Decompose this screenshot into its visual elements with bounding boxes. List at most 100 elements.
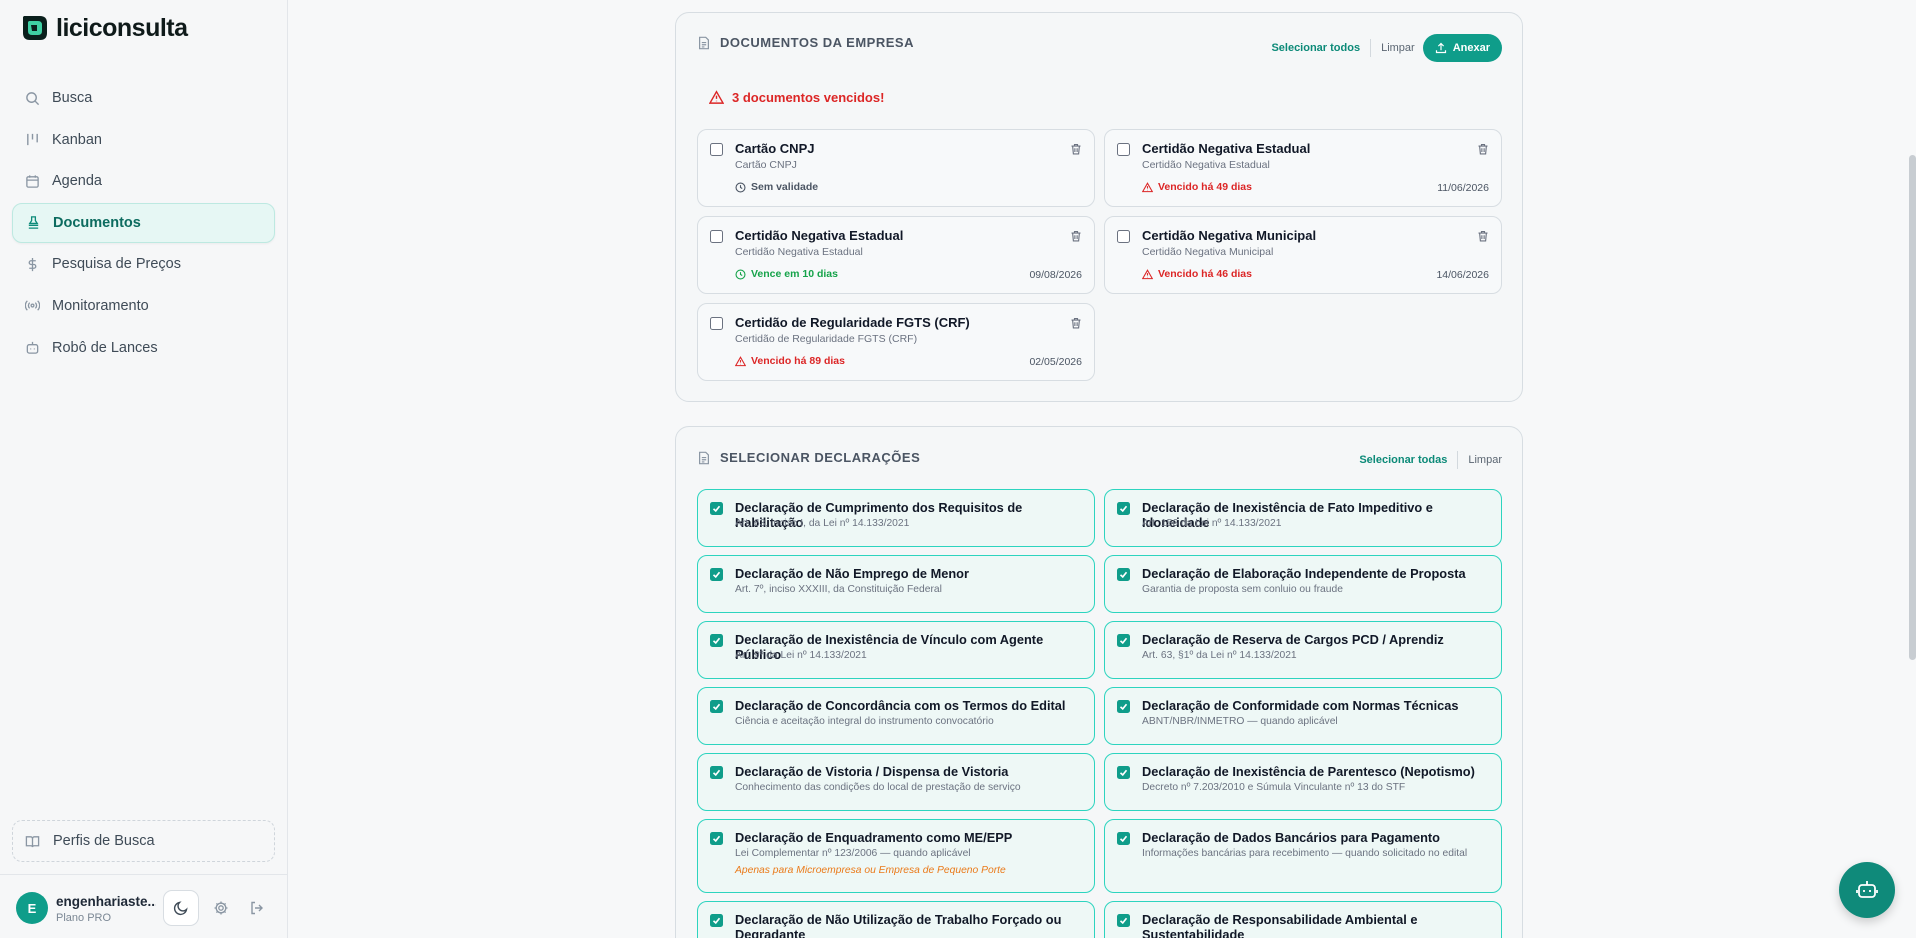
- sidebar-item-documentos[interactable]: Documentos: [12, 202, 275, 243]
- declaration-item[interactable]: Declaração de Não Emprego de Menor Art. 7…: [697, 555, 1095, 613]
- declaration-item[interactable]: Declaração de Elaboração Independente de…: [1104, 555, 1502, 613]
- sidebar-item-busca[interactable]: Busca: [12, 78, 275, 118]
- declaration-subtitle: Garantia de proposta sem conluio ou frau…: [1142, 584, 1343, 595]
- declaration-item[interactable]: Declaração de Vistoria / Dispensa de Vis…: [697, 753, 1095, 811]
- search-profiles-button[interactable]: Perfis de Busca: [12, 820, 275, 862]
- sidebar-item-robo-lances[interactable]: Robô de Lances: [12, 328, 275, 368]
- status-text: Vencido há 89 dias: [751, 355, 845, 367]
- declaration-checkbox[interactable]: [1117, 568, 1130, 581]
- declaration-subtitle: ABNT/NBR/INMETRO — quando aplicável: [1142, 716, 1338, 727]
- document-item[interactable]: Cartão CNPJ Cartão CNPJ Sem validade: [697, 129, 1095, 207]
- clear-documents-button[interactable]: Limpar: [1381, 42, 1415, 54]
- app-logo[interactable]: liciconsulta: [20, 12, 188, 44]
- declaration-checkbox[interactable]: [710, 568, 723, 581]
- delete-document-button[interactable]: [1477, 230, 1489, 242]
- sidebar-item-label: Kanban: [52, 131, 102, 148]
- declaration-item[interactable]: Declaração de Responsabilidade Ambiental…: [1104, 901, 1502, 938]
- declaration-checkbox[interactable]: [1117, 766, 1130, 779]
- search-icon: [24, 90, 40, 106]
- sidebar-item-monitoramento[interactable]: Monitoramento: [12, 286, 275, 326]
- status-text: Vencido há 49 dias: [1158, 181, 1252, 193]
- declaration-checkbox[interactable]: [710, 832, 723, 845]
- declaration-item[interactable]: Declaração de Inexistência de Vínculo co…: [697, 621, 1095, 679]
- declaration-checkbox[interactable]: [710, 634, 723, 647]
- book-icon: [25, 834, 41, 849]
- declaration-item[interactable]: Declaração de Inexistência de Parentesco…: [1104, 753, 1502, 811]
- settings-button[interactable]: [212, 899, 230, 917]
- clear-declarations-button[interactable]: Limpar: [1468, 454, 1502, 466]
- declaration-title: Declaração de Não Utilização de Trabalho…: [735, 912, 1062, 938]
- status-text: Vence em 10 dias: [751, 268, 838, 280]
- declarations-actions: Selecionar todas Limpar: [1359, 451, 1502, 469]
- document-title: Cartão CNPJ: [735, 141, 815, 156]
- attach-button[interactable]: Anexar: [1422, 34, 1502, 62]
- declaration-item[interactable]: Declaração de Conformidade com Normas Té…: [1104, 687, 1502, 745]
- delete-document-button[interactable]: [1070, 317, 1082, 329]
- declaration-subtitle: Art. 63, inciso I, da Lei nº 14.133/2021: [735, 518, 910, 529]
- document-date: 09/08/2026: [1029, 269, 1082, 281]
- document-item[interactable]: Certidão Negativa Municipal Certidão Neg…: [1104, 216, 1502, 294]
- clock-icon: [735, 268, 746, 280]
- avatar[interactable]: E: [16, 892, 48, 924]
- declarations-card: SELECIONAR DECLARAÇÕES Selecionar todas …: [675, 426, 1523, 938]
- sidebar-item-label: Busca: [52, 90, 93, 106]
- document-checkbox[interactable]: [710, 317, 723, 330]
- document-icon: [697, 451, 711, 465]
- delete-document-button[interactable]: [1070, 230, 1082, 242]
- select-all-declarations-button[interactable]: Selecionar todas: [1359, 454, 1447, 466]
- delete-document-button[interactable]: [1477, 143, 1489, 155]
- assistant-bot-button[interactable]: [1839, 862, 1895, 918]
- sidebar-item-label: Pesquisa de Preços: [52, 256, 181, 273]
- declaration-checkbox[interactable]: [1117, 634, 1130, 647]
- sidebar-item-pesquisa-precos[interactable]: Pesquisa de Preços: [12, 244, 275, 284]
- declaration-item[interactable]: Declaração de Concordância com os Termos…: [697, 687, 1095, 745]
- warning-icon: [709, 90, 724, 105]
- declaration-subtitle: Art. 7º, inciso XXXIII, da Constituição …: [735, 584, 942, 595]
- status-text: Vencido há 46 dias: [1158, 268, 1252, 280]
- declaration-checkbox[interactable]: [1117, 700, 1130, 713]
- expired-alert: 3 documentos vencidos!: [709, 90, 884, 105]
- declaration-item[interactable]: Declaração de Cumprimento dos Requisitos…: [697, 489, 1095, 547]
- page-scrollbar[interactable]: [1909, 155, 1916, 660]
- document-item[interactable]: Certidão Negativa Estadual Certidão Nega…: [697, 216, 1095, 294]
- declaration-checkbox[interactable]: [710, 766, 723, 779]
- declaration-title: Declaração de Reserva de Cargos PCD / Ap…: [1142, 632, 1444, 647]
- declaration-checkbox[interactable]: [710, 700, 723, 713]
- document-checkbox[interactable]: [1117, 143, 1130, 156]
- clock-icon: [735, 181, 746, 193]
- document-subtitle: Certidão Negativa Municipal: [1142, 246, 1274, 258]
- declaration-checkbox[interactable]: [1117, 502, 1130, 515]
- declaration-subtitle: Informações bancárias para recebimento —…: [1142, 848, 1468, 859]
- warning-icon: [735, 355, 746, 367]
- user-name: engenhariaste...: [56, 894, 156, 909]
- trash-icon: [1070, 143, 1082, 155]
- theme-toggle-button[interactable]: [163, 890, 199, 926]
- declarations-title: SELECIONAR DECLARAÇÕES: [720, 450, 921, 465]
- declaration-checkbox[interactable]: [710, 502, 723, 515]
- document-checkbox[interactable]: [710, 230, 723, 243]
- declaration-item[interactable]: Declaração de Inexistência de Fato Imped…: [1104, 489, 1502, 547]
- divider: [1457, 451, 1459, 469]
- sidebar-item-agenda[interactable]: Agenda: [12, 161, 275, 201]
- declaration-checkbox[interactable]: [1117, 832, 1130, 845]
- declaration-item[interactable]: Declaração de Reserva de Cargos PCD / Ap…: [1104, 621, 1502, 679]
- document-checkbox[interactable]: [710, 143, 723, 156]
- declaration-title: Declaração de Elaboração Independente de…: [1142, 566, 1466, 581]
- delete-document-button[interactable]: [1070, 143, 1082, 155]
- sidebar-item-kanban[interactable]: Kanban: [12, 120, 275, 160]
- declaration-checkbox[interactable]: [1117, 914, 1130, 927]
- documents-header: DOCUMENTOS DA EMPRESA: [697, 35, 914, 50]
- document-subtitle: Certidão Negativa Estadual: [1142, 159, 1270, 171]
- declaration-item[interactable]: Declaração de Não Utilização de Trabalho…: [697, 901, 1095, 938]
- document-item[interactable]: Certidão de Regularidade FGTS (CRF) Cert…: [697, 303, 1095, 381]
- declaration-title: Declaração de Dados Bancários para Pagam…: [1142, 830, 1441, 845]
- declaration-checkbox[interactable]: [710, 914, 723, 927]
- declaration-item[interactable]: Declaração de Enquadramento como ME/EPP L…: [697, 819, 1095, 893]
- declaration-item[interactable]: Declaração de Dados Bancários para Pagam…: [1104, 819, 1502, 893]
- document-checkbox[interactable]: [1117, 230, 1130, 243]
- document-status: Vencido há 49 dias: [1142, 181, 1252, 193]
- select-all-documents-button[interactable]: Selecionar todos: [1271, 42, 1360, 54]
- document-item[interactable]: Certidão Negativa Estadual Certidão Nega…: [1104, 129, 1502, 207]
- trash-icon: [1477, 230, 1489, 242]
- logout-button[interactable]: [248, 899, 266, 917]
